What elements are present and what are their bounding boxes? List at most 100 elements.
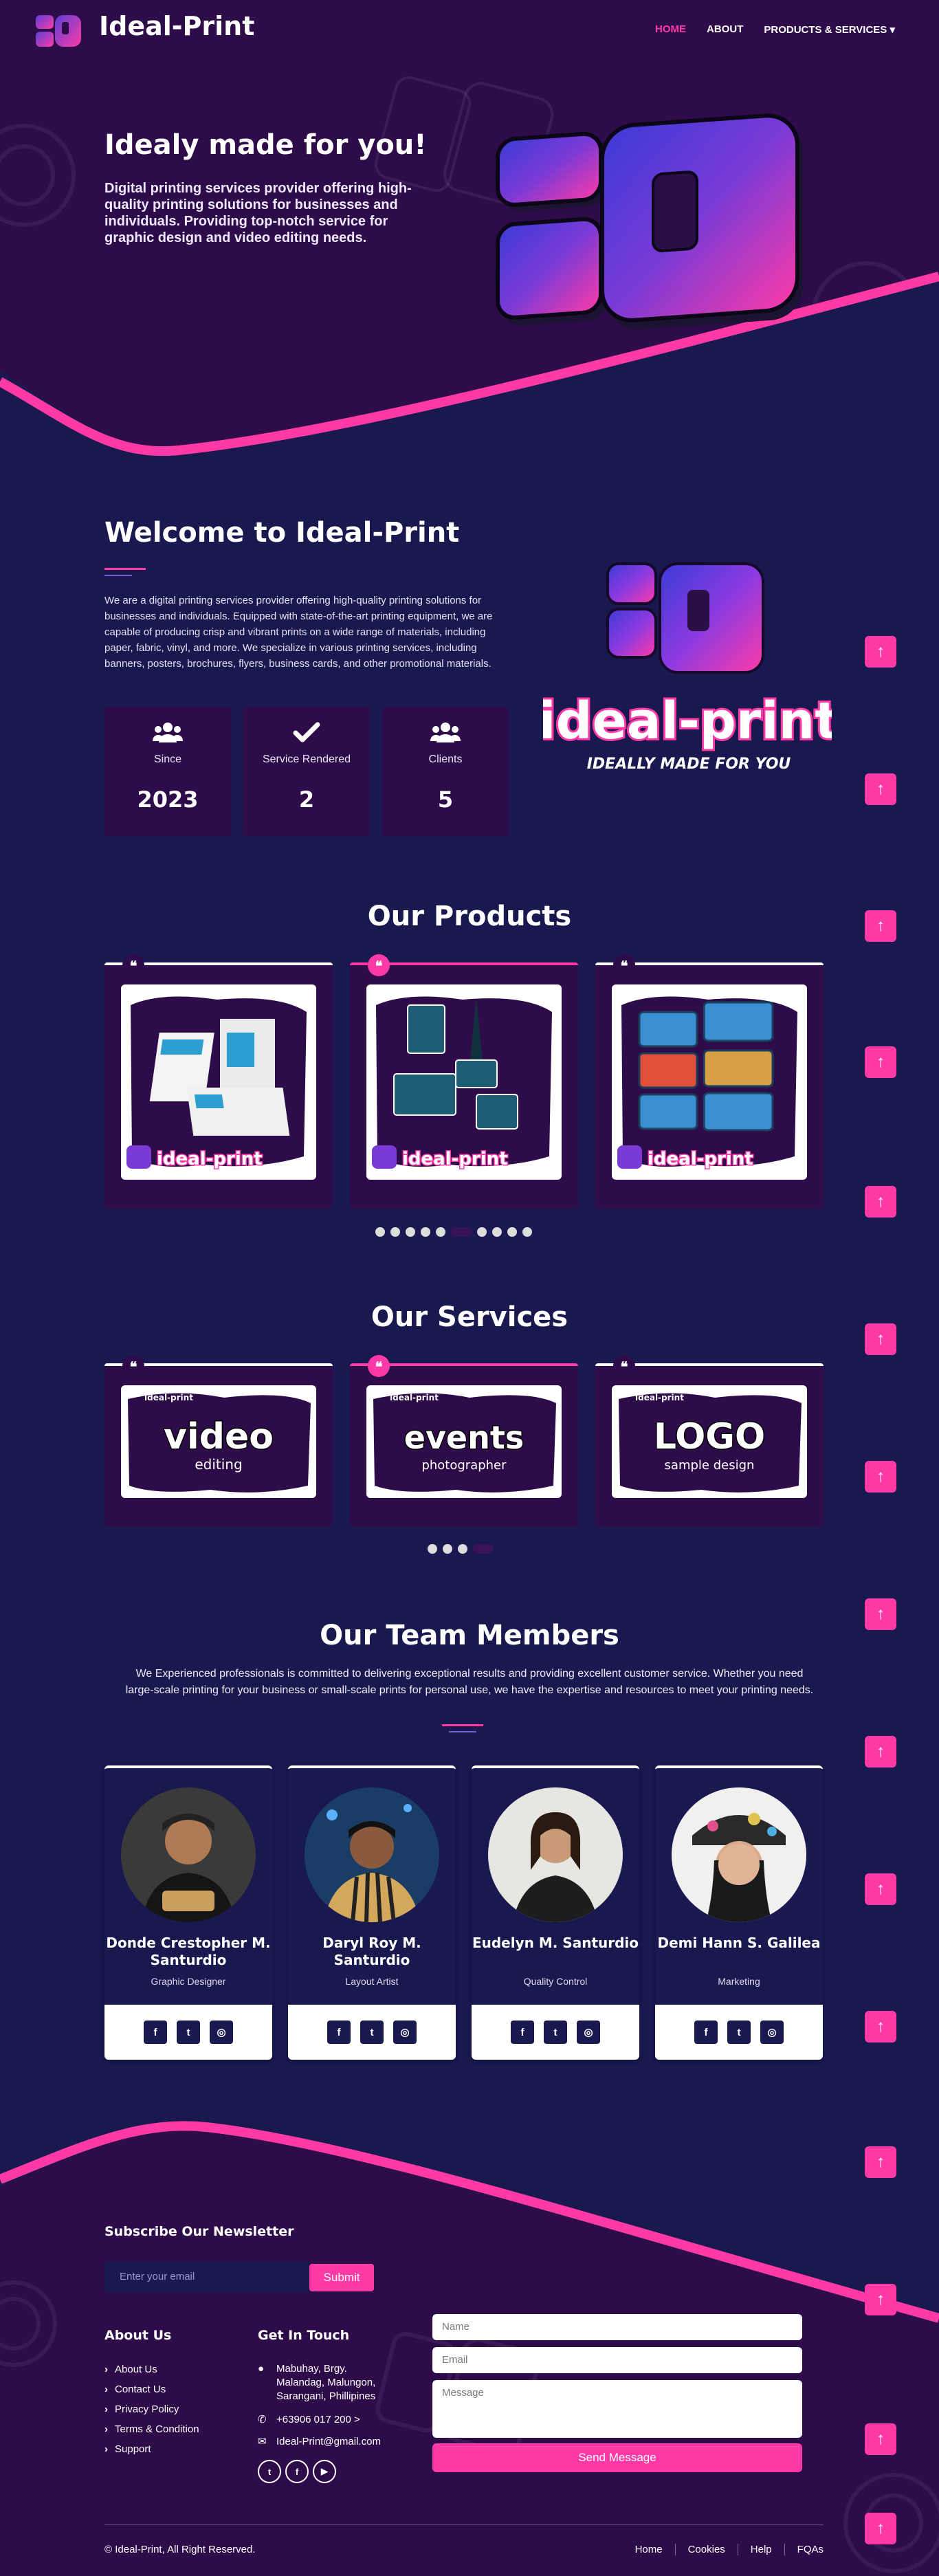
facebook-icon[interactable]: f xyxy=(144,2021,167,2044)
welcome-title: Welcome to Ideal-Print xyxy=(104,517,460,549)
team-member-card: Eudelyn M. Santurdio Quality Control f t… xyxy=(472,1765,639,2060)
back-to-top-button[interactable]: ↑ xyxy=(865,2284,896,2315)
newsletter-email-input[interactable]: Enter your email xyxy=(104,2262,309,2292)
instagram-icon[interactable]: ◎ xyxy=(210,2021,233,2044)
carousel-dot[interactable] xyxy=(421,1227,430,1237)
back-to-top-button[interactable]: ↑ xyxy=(865,773,896,805)
member-photo xyxy=(121,1787,256,1922)
products-title: Our Products xyxy=(367,901,572,932)
footer-link-contact[interactable]: Contact Us xyxy=(104,2384,199,2403)
footer-cookies-link[interactable]: Cookies xyxy=(674,2544,738,2555)
twitter-icon[interactable]: t xyxy=(360,2021,384,2044)
carousel-dot[interactable] xyxy=(522,1227,532,1237)
stat-card-service-rendered: Service Rendered 2 xyxy=(243,707,370,836)
check-icon xyxy=(243,720,370,748)
carousel-dot[interactable] xyxy=(458,1544,467,1554)
address-icon: ● xyxy=(258,2363,265,2375)
back-to-top-button[interactable]: ↑ xyxy=(865,910,896,942)
footer-link-about[interactable]: About Us xyxy=(104,2364,199,2384)
carousel-dot[interactable] xyxy=(477,1227,487,1237)
product-card[interactable]: ❝ ideal-print xyxy=(104,954,333,1209)
member-role: Marketing xyxy=(718,1976,760,1987)
twitter-icon[interactable]: t xyxy=(727,2021,751,2044)
service-card[interactable]: ❝ video editing ideal-print xyxy=(104,1355,333,1527)
logo-tagline: IDEALLY MADE FOR YOU xyxy=(587,756,791,773)
email-text[interactable]: Ideal-Print@gmail.com xyxy=(276,2435,381,2449)
back-to-top-button[interactable]: ↑ xyxy=(865,2146,896,2178)
footer-link-support[interactable]: Support xyxy=(104,2443,199,2463)
twitter-icon[interactable]: t xyxy=(258,2460,281,2483)
instagram-icon[interactable]: ◎ xyxy=(760,2021,784,2044)
instagram-icon[interactable]: ◎ xyxy=(393,2021,417,2044)
newsletter-submit-button[interactable]: Submit xyxy=(309,2264,374,2291)
service-card[interactable]: ❝ LOGO sample design ideal-print xyxy=(595,1355,824,1527)
copyright-suffix: , All Right Reserved. xyxy=(162,2544,256,2555)
nav-home-link[interactable]: HOME xyxy=(655,23,686,36)
back-to-top-button[interactable]: ↑ xyxy=(865,1598,896,1630)
product-card[interactable]: ❝ ideal-print xyxy=(350,954,578,1209)
service-card[interactable]: ❝ events photographer ideal-print xyxy=(350,1355,578,1527)
product-image-id-lanyard[interactable]: ideal-print xyxy=(366,984,562,1180)
carousel-dot[interactable] xyxy=(443,1544,452,1554)
youtube-icon[interactable]: ▶ xyxy=(313,2460,336,2483)
service-image-video-editing[interactable]: video editing ideal-print xyxy=(121,1385,316,1498)
nav-about-link[interactable]: ABOUT xyxy=(707,23,743,36)
back-to-top-button[interactable]: ↑ xyxy=(865,2423,896,2455)
footer-link-privacy[interactable]: Privacy Policy xyxy=(104,2403,199,2423)
product-image-brochure[interactable]: ideal-print xyxy=(121,984,316,1180)
twitter-icon[interactable]: t xyxy=(544,2021,567,2044)
copyright-brand-link[interactable]: Ideal-Print xyxy=(115,2544,162,2555)
title-underline xyxy=(104,575,132,576)
back-to-top-button[interactable]: ↑ xyxy=(865,1186,896,1218)
member-photo xyxy=(672,1787,806,1922)
back-to-top-button[interactable]: ↑ xyxy=(865,2011,896,2043)
send-message-button[interactable]: Send Message xyxy=(432,2443,802,2472)
quote-icon: ❝ xyxy=(368,954,390,976)
contact-email-input[interactable]: Email xyxy=(432,2347,802,2373)
back-to-top-button[interactable]: ↑ xyxy=(865,1046,896,1078)
footer-bottom-links: Home Cookies Help FQAs xyxy=(623,2544,824,2555)
carousel-dot[interactable] xyxy=(492,1227,502,1237)
contact-message-textarea[interactable]: Message xyxy=(432,2380,802,2438)
carousel-dot[interactable] xyxy=(375,1227,385,1237)
carousel-dot[interactable] xyxy=(436,1227,445,1237)
footer-faqs-link[interactable]: FQAs xyxy=(784,2544,824,2555)
carousel-dot[interactable] xyxy=(390,1227,400,1237)
nav-products-services-dropdown[interactable]: PRODUCTS & SERVICES ▾ xyxy=(764,23,895,36)
carousel-dot-active[interactable] xyxy=(473,1544,494,1554)
carousel-dot[interactable] xyxy=(428,1544,437,1554)
back-to-top-button[interactable]: ↑ xyxy=(865,2513,896,2544)
service-image-events-photographer[interactable]: events photographer ideal-print xyxy=(366,1385,562,1498)
back-to-top-button[interactable]: ↑ xyxy=(865,1873,896,1905)
back-to-top-button[interactable]: ↑ xyxy=(865,1323,896,1355)
brand-logo-icon[interactable] xyxy=(34,12,82,49)
facebook-icon[interactable]: f xyxy=(327,2021,351,2044)
brand-name[interactable]: Ideal-Print xyxy=(99,11,254,41)
quote-icon: ❝ xyxy=(122,1355,144,1377)
carousel-dot[interactable] xyxy=(406,1227,415,1237)
facebook-icon[interactable]: f xyxy=(694,2021,718,2044)
phone-text[interactable]: +63906 017 200 > xyxy=(276,2413,360,2427)
footer-link-terms[interactable]: Terms & Condition xyxy=(104,2423,199,2443)
back-to-top-button[interactable]: ↑ xyxy=(865,636,896,668)
back-to-top-button[interactable]: ↑ xyxy=(865,1461,896,1493)
main-menu: HOME ABOUT PRODUCTS & SERVICES ▾ xyxy=(655,23,895,36)
contact-name-input[interactable]: Name xyxy=(432,2314,802,2340)
image-stamp: ideal-print xyxy=(402,1149,508,1169)
service-image-logo-design[interactable]: LOGO sample design ideal-print xyxy=(612,1385,807,1498)
logo-wordmark: ideal-print xyxy=(543,692,832,751)
product-image-signs[interactable]: ideal-print xyxy=(612,984,807,1180)
instagram-icon[interactable]: ◎ xyxy=(577,2021,600,2044)
back-to-top-button[interactable]: ↑ xyxy=(865,1736,896,1768)
copyright: © Ideal-Print, All Right Reserved. xyxy=(104,2544,256,2555)
facebook-icon[interactable]: f xyxy=(511,2021,534,2044)
footer-help-link[interactable]: Help xyxy=(737,2544,784,2555)
carousel-dot-active[interactable] xyxy=(451,1227,472,1237)
product-card[interactable]: ❝ ideal-print xyxy=(595,954,824,1209)
carousel-dot[interactable] xyxy=(507,1227,517,1237)
facebook-icon[interactable]: f xyxy=(285,2460,309,2483)
footer-home-link[interactable]: Home xyxy=(623,2544,675,2555)
footer-divider xyxy=(104,2524,824,2525)
twitter-icon[interactable]: t xyxy=(177,2021,200,2044)
navbar: Ideal-Print HOME ABOUT PRODUCTS & SERVIC… xyxy=(0,0,939,62)
